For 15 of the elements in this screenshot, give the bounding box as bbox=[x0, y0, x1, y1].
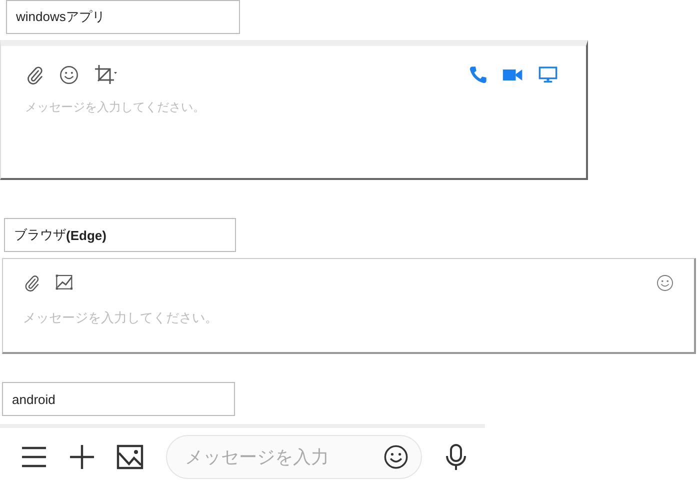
image-icon[interactable] bbox=[116, 443, 144, 471]
message-input[interactable]: メッセージを入力 bbox=[185, 446, 383, 468]
paperclip-icon[interactable] bbox=[25, 65, 45, 85]
message-field[interactable]: メッセージを入力してください。 bbox=[23, 307, 323, 327]
section-label: android bbox=[2, 382, 235, 416]
plus-icon[interactable] bbox=[68, 443, 96, 471]
section-label: windowsアプリ bbox=[6, 0, 240, 34]
phone-icon[interactable] bbox=[468, 65, 488, 85]
message-field[interactable]: メッセージを入力 bbox=[166, 435, 422, 479]
smiley-icon[interactable] bbox=[59, 65, 79, 85]
message-field[interactable]: メッセージを入力してください。 bbox=[25, 98, 325, 116]
smiley-icon[interactable] bbox=[383, 444, 409, 470]
monitor-icon[interactable] bbox=[538, 65, 558, 85]
section-label: ブラウザ(Edge) bbox=[4, 218, 236, 252]
paperclip-icon[interactable] bbox=[23, 274, 41, 292]
